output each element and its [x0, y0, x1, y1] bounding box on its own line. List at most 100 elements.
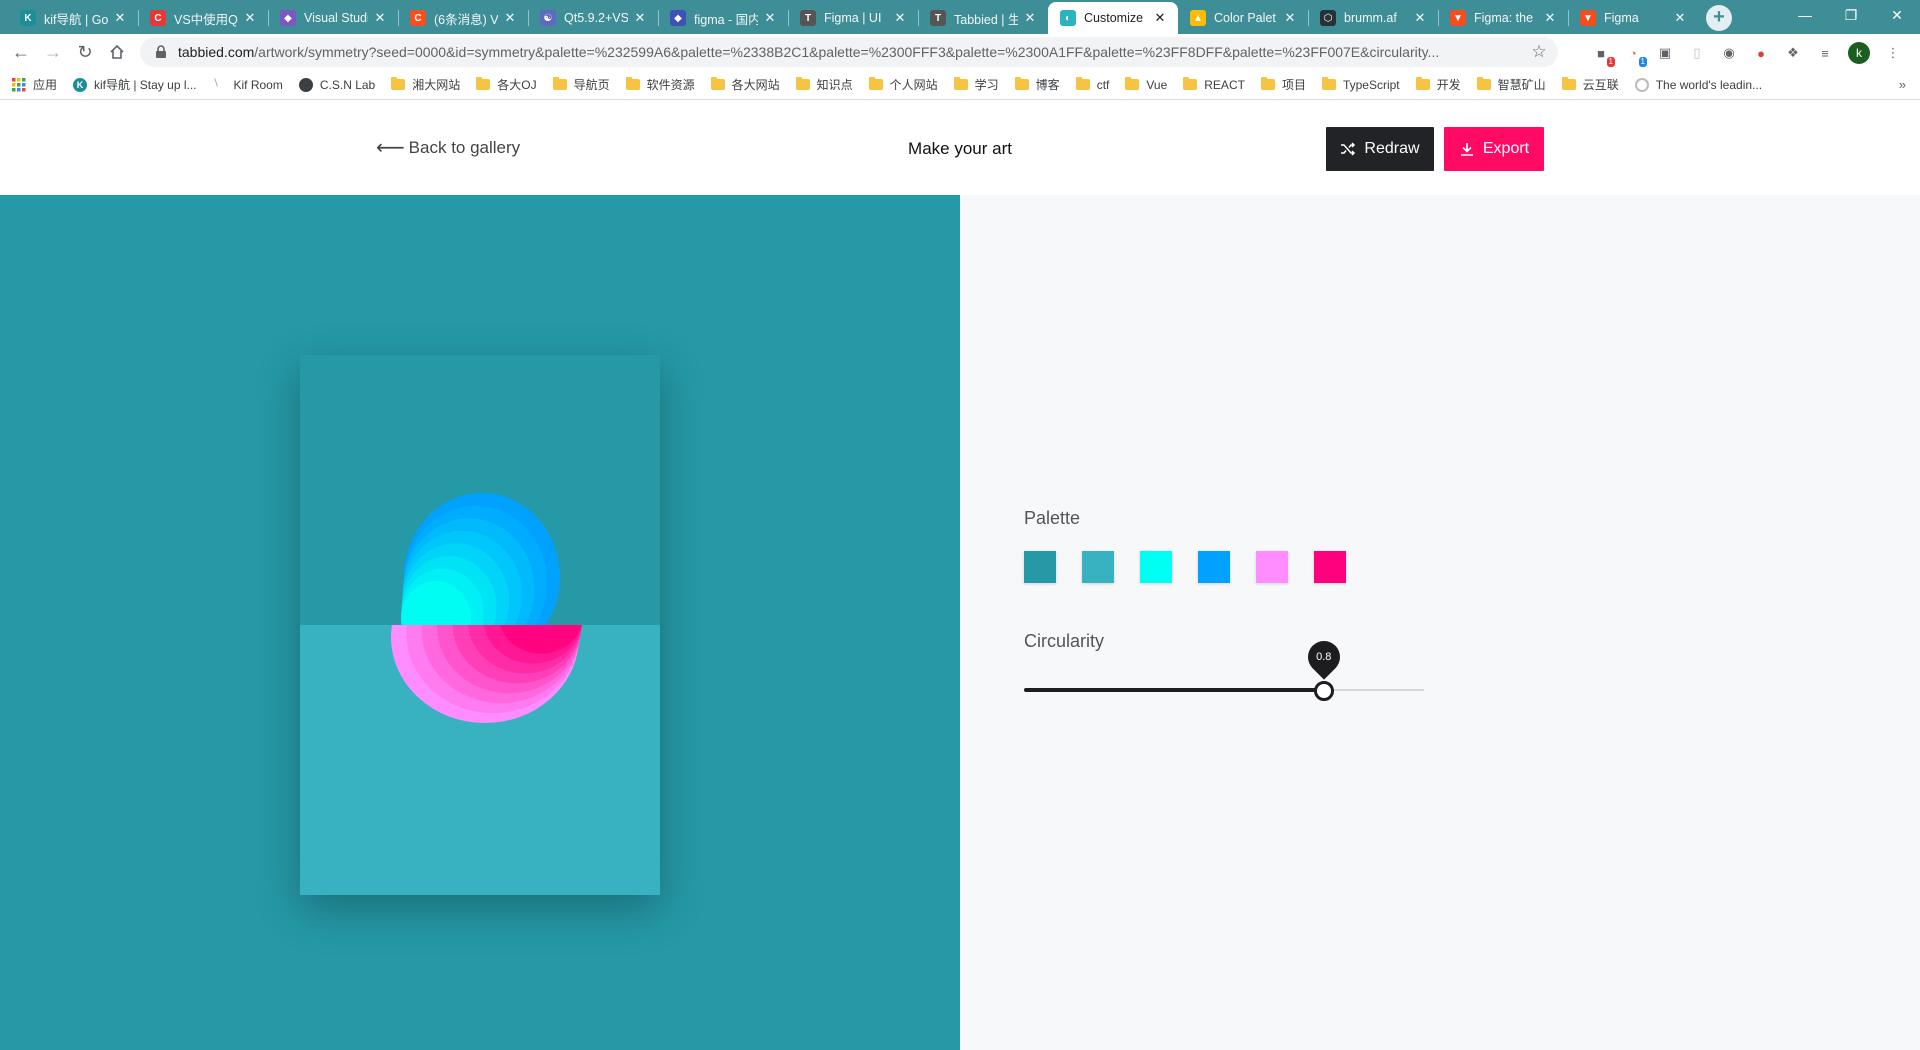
tab-close-icon[interactable]: ✕: [1412, 10, 1428, 26]
bookmark-item[interactable]: 学习: [953, 76, 999, 93]
tab-title: Customize: [1084, 11, 1144, 25]
bookmark-item[interactable]: 博客: [1014, 76, 1060, 93]
circularity-label: Circularity: [1024, 631, 1105, 651]
back-arrow-icon[interactable]: ←: [8, 39, 34, 65]
tab-close-icon[interactable]: ✕: [502, 10, 518, 26]
more-bookmarks-icon[interactable]: »: [1899, 77, 1906, 92]
bookmark-item[interactable]: 知识点: [795, 76, 853, 93]
close-window-button[interactable]: ✕: [1874, 0, 1920, 30]
back-to-gallery-link[interactable]: ⟵ Back to gallery: [376, 138, 520, 158]
extension-icon[interactable]: ◔ 1: [1624, 44, 1647, 67]
tab-close-icon[interactable]: ✕: [892, 10, 908, 26]
bookmark-item[interactable]: The world's leadin...: [1634, 77, 1763, 92]
circularity-slider[interactable]: 0.8: [1024, 634, 1424, 703]
slider-thumb[interactable]: [1314, 681, 1334, 701]
tab-close-icon[interactable]: ✕: [242, 10, 258, 26]
browser-tab[interactable]: ☯ Qt5.9.2+VS ✕: [528, 2, 658, 34]
browser-tab[interactable]: ◆ Visual Studi ✕: [268, 2, 398, 34]
extension-icon[interactable]: ■ 1: [1592, 44, 1615, 67]
home-icon[interactable]: [104, 39, 130, 65]
extension-icon[interactable]: ▯: [1688, 44, 1706, 62]
reload-icon[interactable]: ↻: [72, 39, 98, 65]
browser-tab[interactable]: T Tabbied | 生 ✕: [918, 2, 1048, 34]
bookmark-item[interactable]: TypeScript: [1321, 77, 1400, 92]
bookmark-label: The world's leadin...: [1655, 77, 1763, 92]
browser-tab[interactable]: Kkif导航 | Go ✕: [8, 2, 138, 34]
export-button[interactable]: Export: [1444, 127, 1544, 171]
tab-close-icon[interactable]: ✕: [762, 10, 778, 26]
tab-close-icon[interactable]: ✕: [632, 10, 648, 26]
folder-icon: [1415, 77, 1430, 92]
kifroom-icon: ∖: [212, 77, 219, 89]
bookmark-item[interactable]: 智慧矿山: [1476, 76, 1546, 93]
tab-title: VS中使用Qt: [174, 12, 238, 27]
bookmarks-bar: 应用 Kkif导航 | Stay up l... ∖ Kif Room C.S.N La…: [0, 70, 1920, 100]
tab-close-icon[interactable]: ✕: [1152, 10, 1168, 26]
tab-close-icon[interactable]: ✕: [1672, 10, 1688, 26]
artwork-canvas[interactable]: [300, 355, 660, 895]
redraw-button[interactable]: Redraw: [1326, 127, 1434, 171]
tab-close-icon[interactable]: ✕: [1282, 10, 1298, 26]
browser-tab[interactable]: ⬡ brumm.af ✕: [1308, 2, 1438, 34]
folder-icon: [1014, 77, 1029, 92]
profile-avatar[interactable]: k: [1848, 42, 1870, 64]
palette-swatch[interactable]: [1256, 551, 1288, 583]
new-tab-button[interactable]: +: [1706, 5, 1732, 31]
bookmark-item[interactable]: 云互联: [1561, 76, 1619, 93]
bookmark-item[interactable]: Vue: [1125, 77, 1167, 92]
browser-tab[interactable]: ◐ Customize ✕: [1048, 2, 1178, 34]
tab-close-icon[interactable]: ✕: [112, 10, 128, 26]
minimize-button[interactable]: —: [1782, 0, 1828, 30]
bookmark-item[interactable]: Kkif导航 | Stay up l...: [73, 76, 197, 93]
bookmark-item[interactable]: 各大网站: [710, 76, 780, 93]
browser-toolbar: ← → ↻ tabbied.com/artwork/symmetry?seed=…: [0, 34, 1920, 70]
browser-tab[interactable]: ▲ Color Palet ✕: [1178, 2, 1308, 34]
bookmark-item[interactable]: 各大OJ: [476, 76, 537, 93]
reading-list-icon[interactable]: ≡: [1816, 44, 1834, 62]
address-bar[interactable]: tabbied.com/artwork/symmetry?seed=0000&i…: [140, 37, 1558, 67]
extension-icon[interactable]: ◉: [1720, 44, 1738, 62]
palette-swatch[interactable]: [1024, 551, 1056, 583]
bookmark-item[interactable]: 开发: [1415, 76, 1461, 93]
tab-close-icon[interactable]: ✕: [372, 10, 388, 26]
menu-icon[interactable]: ⋮: [1884, 44, 1902, 62]
browser-tab-strip: Kkif导航 | Go ✕ C VS中使用Qt ✕ ◆ Visual Studi ✕ C (6条消…: [0, 0, 1920, 34]
tab-list: Kkif导航 | Go ✕ C VS中使用Qt ✕ ◆ Visual Studi ✕ C (6条消…: [8, 2, 1698, 34]
bookmark-item[interactable]: 湘大网站: [391, 76, 460, 93]
bookmark-item[interactable]: REACT: [1183, 77, 1245, 92]
bookmark-item[interactable]: 软件资源: [625, 76, 695, 93]
browser-tab[interactable]: ▼ Figma ✕: [1568, 2, 1698, 34]
tab-favicon-icon: C: [410, 10, 426, 26]
bookmark-label: 项目: [1281, 78, 1306, 92]
extension-icon[interactable]: ▣: [1656, 44, 1674, 62]
palette-swatch[interactable]: [1314, 551, 1346, 583]
bookmark-item[interactable]: ctf: [1075, 77, 1109, 92]
controls-panel: Palette Circularity 0.8: [960, 195, 1920, 1050]
folder-icon: [953, 77, 968, 92]
palette-swatch[interactable]: [1082, 551, 1114, 583]
pin-icon[interactable]: ●: [1752, 44, 1770, 62]
tab-close-icon[interactable]: ✕: [1542, 10, 1558, 26]
bookmark-item[interactable]: 个人网站: [868, 76, 938, 93]
url-host: tabbied.com: [178, 44, 255, 60]
browser-tab[interactable]: C (6条消息) V ✕: [398, 2, 528, 34]
restore-button[interactable]: ❐: [1828, 0, 1874, 30]
bookmark-item[interactable]: ∖ Kif Room: [213, 78, 283, 92]
palette-swatch[interactable]: [1140, 551, 1172, 583]
bookmark-item[interactable]: 项目: [1260, 76, 1306, 93]
tab-close-icon[interactable]: ✕: [1022, 10, 1038, 26]
bookmark-label: 智慧矿山: [1497, 78, 1546, 92]
browser-tab[interactable]: ▼ Figma: the ✕: [1438, 2, 1568, 34]
bookmark-star-icon[interactable]: ☆: [1528, 41, 1550, 63]
browser-tab[interactable]: T Figma | UI ✕: [788, 2, 918, 34]
bookmark-item[interactable]: 导航页: [552, 76, 610, 93]
browser-tab[interactable]: ◆ figma - 国内 ✕: [658, 2, 788, 34]
puzzle-icon[interactable]: ❖: [1784, 44, 1802, 62]
left-arrow-icon: ⟵: [376, 137, 405, 159]
forward-arrow-icon[interactable]: →: [40, 39, 66, 65]
palette-swatch[interactable]: [1198, 551, 1230, 583]
browser-tab[interactable]: C VS中使用Qt ✕: [138, 2, 268, 34]
folder-icon: [1260, 77, 1275, 92]
bookmark-item[interactable]: 应用: [12, 76, 57, 93]
bookmark-item[interactable]: C.S.N Lab: [298, 77, 375, 92]
